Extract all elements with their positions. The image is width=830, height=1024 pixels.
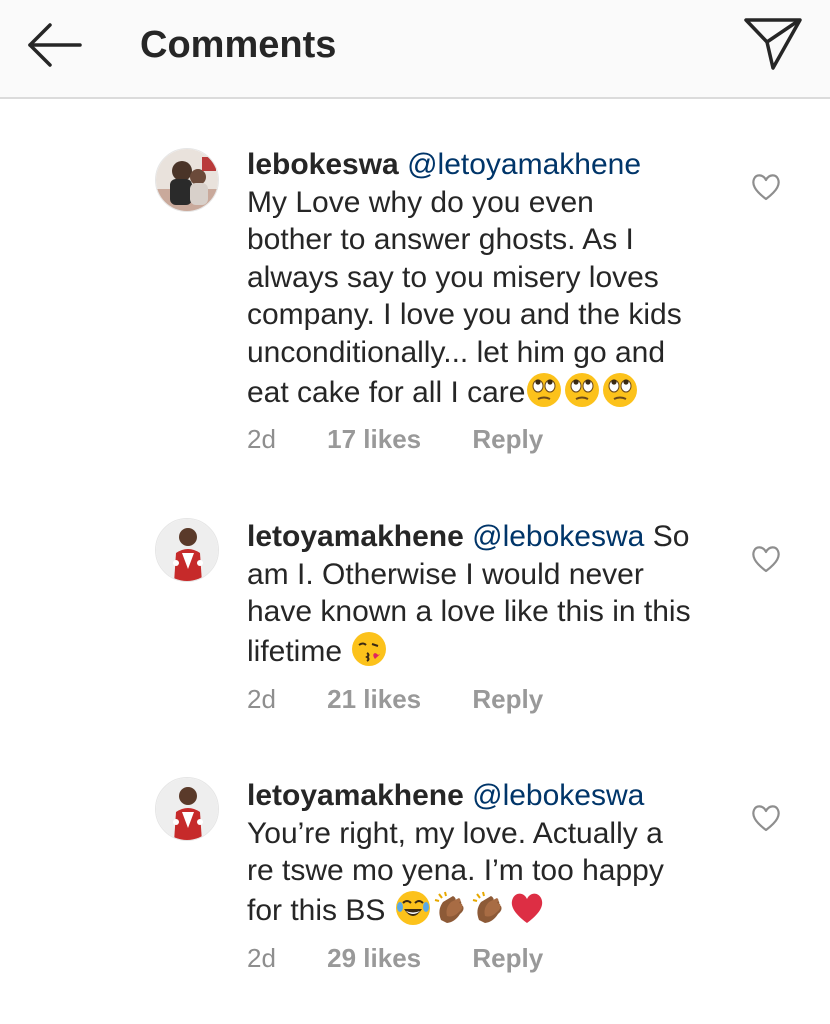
heart-outline-icon — [752, 174, 780, 201]
comment-body: letoyamakhene @lebokeswa So am I. Otherw… — [247, 518, 727, 670]
comment-meta: 2d 29 likes Reply — [247, 943, 587, 974]
comment-text-line: am I. Otherwise I would never — [247, 557, 644, 591]
comment-time: 2d — [247, 684, 276, 714]
comment-text-line: for this BS — [247, 893, 386, 927]
comment-likes[interactable]: 21 likes — [327, 684, 421, 714]
comment-likes[interactable]: 17 likes — [327, 424, 421, 454]
comment-time: 2d — [247, 424, 276, 454]
comment-text-line: always say to you misery loves — [247, 260, 659, 294]
comment-text-line: have known a love like this in this — [247, 595, 691, 629]
rolling-eyes-emoji-icon — [564, 372, 600, 408]
clapping-hands-emoji-icon — [471, 890, 507, 926]
comment-mention[interactable]: @lebokeswa — [472, 520, 644, 553]
comment-meta: 2d 17 likes Reply — [247, 424, 587, 455]
avatar-photo-woman — [156, 519, 218, 581]
share-button[interactable] — [740, 14, 806, 74]
like-button[interactable] — [750, 803, 782, 833]
reply-button[interactable]: Reply — [472, 684, 543, 714]
avatar[interactable] — [155, 518, 219, 582]
comment-username[interactable]: lebokeswa — [247, 148, 399, 181]
avatar-photo-woman — [156, 778, 218, 840]
comment-body: lebokeswa @letoyamakhene My Love why do … — [247, 146, 727, 411]
tears-of-joy-emoji-icon — [395, 890, 431, 926]
comment-likes[interactable]: 29 likes — [327, 943, 421, 973]
comment-body: letoyamakhene @lebokeswa You’re right, m… — [247, 777, 727, 929]
reply-button[interactable]: Reply — [472, 943, 543, 973]
comment-time: 2d — [247, 943, 276, 973]
back-button[interactable] — [22, 20, 86, 70]
comment-username[interactable]: letoyamakhene — [247, 520, 464, 553]
clapping-hands-emoji-icon — [433, 890, 469, 926]
comment-text-line: bother to answer ghosts. As I — [247, 223, 634, 257]
comment-text-line: My Love why do you even — [247, 185, 594, 219]
comment-mention[interactable]: @letoyamakhene — [407, 148, 641, 181]
red-heart-emoji-icon — [509, 890, 545, 926]
comment-text-line: unconditionally... let him go and — [247, 335, 666, 369]
page-title: Comments — [140, 24, 337, 66]
comment-text-line: So — [652, 520, 690, 553]
avatar[interactable] — [155, 148, 219, 212]
like-button[interactable] — [750, 172, 782, 202]
top-bar: Comments — [0, 0, 830, 99]
comment-text-line: lifetime — [247, 634, 343, 668]
like-button[interactable] — [750, 544, 782, 574]
comment-text-line: eat cake for all I care — [247, 375, 526, 409]
rolling-eyes-emoji-icon — [602, 372, 638, 408]
paper-plane-icon — [744, 18, 802, 70]
comment-text-line: re tswe mo yena. I’m too happy — [247, 854, 664, 888]
arrow-left-icon — [28, 23, 82, 67]
comment-meta: 2d 21 likes Reply — [247, 684, 587, 715]
avatar[interactable] — [155, 777, 219, 841]
heart-outline-icon — [752, 546, 780, 573]
heart-outline-icon — [752, 805, 780, 832]
comment-text-line: You’re right, my love. Actually a — [247, 816, 663, 850]
comment-text-line: company. I love you and the kids — [247, 298, 682, 332]
comment-mention[interactable]: @lebokeswa — [472, 779, 644, 812]
reply-button[interactable]: Reply — [472, 424, 543, 454]
kissing-face-emoji-icon — [351, 631, 387, 667]
rolling-eyes-emoji-icon — [526, 372, 562, 408]
avatar-photo-couple — [156, 149, 218, 211]
comment-username[interactable]: letoyamakhene — [247, 779, 464, 812]
